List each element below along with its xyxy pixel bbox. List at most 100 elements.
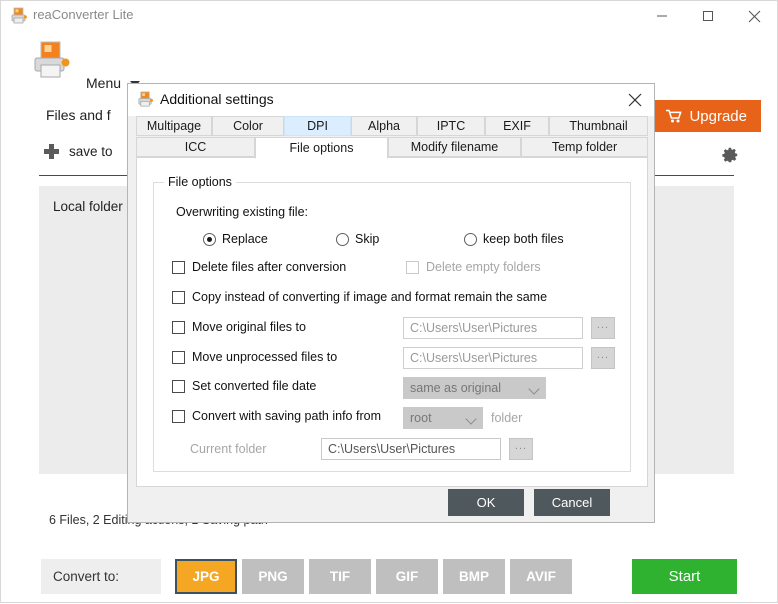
chevron-down-icon <box>465 413 477 425</box>
current-folder-browse-button[interactable]: ... <box>509 438 533 460</box>
printer-icon <box>31 40 73 80</box>
chevron-down-icon <box>528 383 540 395</box>
settings-tabs: Multipage Color DPI Alpha IPTC EXIF Thum… <box>136 116 648 159</box>
minimize-icon <box>657 15 667 17</box>
application-window: reaConverter Lite Menu Upgrade Files and… <box>0 0 778 603</box>
set-date-select[interactable]: same as original <box>403 377 546 399</box>
dialog-titlebar: Additional settings <box>128 84 654 116</box>
move-original-browse-button[interactable]: ... <box>591 317 615 339</box>
tab-exif[interactable]: EXIF <box>485 116 549 136</box>
checkbox-copy-instead-of-converting[interactable]: Copy instead of converting if image and … <box>172 290 547 304</box>
files-and-folders-label: Files and f <box>46 107 111 123</box>
close-icon <box>748 10 760 22</box>
group-legend: File options <box>164 175 236 189</box>
tab-temp-folder[interactable]: Temp folder <box>521 137 648 157</box>
format-button-bmp[interactable]: BMP <box>443 559 505 594</box>
radio-skip[interactable]: Skip <box>336 232 379 246</box>
close-button[interactable] <box>731 1 777 31</box>
format-button-jpg[interactable]: JPG <box>175 559 237 594</box>
upgrade-button[interactable]: Upgrade <box>654 100 761 132</box>
overwriting-label: Overwriting existing file: <box>176 205 308 219</box>
additional-settings-dialog: Additional settings Multipage Color DPI … <box>127 83 655 523</box>
format-button-png[interactable]: PNG <box>242 559 304 594</box>
tab-panel-file-options: File options Overwriting existing file: … <box>136 157 648 487</box>
convert-path-value: root <box>410 411 432 425</box>
checkbox-set-converted-file-date[interactable]: Set converted file date <box>172 379 316 393</box>
move-unprocessed-browse-button[interactable]: ... <box>591 347 615 369</box>
checkbox-icon <box>172 409 185 423</box>
dialog-footer: OK Cancel <box>128 486 654 522</box>
radio-icon <box>203 232 216 246</box>
checkbox-convert-with-saving-path[interactable]: Convert with saving path info from <box>172 409 381 423</box>
move-unprocessed-label: Move unprocessed files to <box>192 350 338 364</box>
radio-replace-label: Replace <box>222 232 268 246</box>
checkbox-delete-empty-folders[interactable]: Delete empty folders <box>406 260 541 274</box>
checkbox-delete-empty-label: Delete empty folders <box>426 260 541 274</box>
bottom-bar: Convert to: JPG PNG TIF GIF BMP AVIF Sta… <box>1 549 777 604</box>
convert-to-label: Convert to: <box>41 559 161 594</box>
tab-file-options[interactable]: File options <box>255 137 388 159</box>
ok-button[interactable]: OK <box>448 489 524 516</box>
current-folder-path-input[interactable]: C:\Users\User\Pictures <box>321 438 501 460</box>
start-button[interactable]: Start <box>632 559 737 594</box>
printer-icon <box>137 91 154 108</box>
checkbox-icon <box>172 290 185 304</box>
file-options-group: File options Overwriting existing file: … <box>153 175 631 472</box>
radio-icon <box>336 232 349 246</box>
checkbox-move-unprocessed-files[interactable]: Move unprocessed files to <box>172 350 337 364</box>
current-folder-label: Current folder <box>190 442 267 456</box>
tab-icc[interactable]: ICC <box>136 137 255 157</box>
set-date-value: same as original <box>410 381 502 395</box>
format-button-avif[interactable]: AVIF <box>510 559 572 594</box>
radio-keep-both-label: keep both files <box>483 232 564 246</box>
gear-icon <box>722 147 738 163</box>
move-original-path-input[interactable]: C:\Users\User\Pictures <box>403 317 583 339</box>
checkbox-copy-instead-label: Copy instead of converting if image and … <box>192 290 548 304</box>
close-icon <box>628 93 642 107</box>
convert-path-select[interactable]: root <box>403 407 483 429</box>
tab-color[interactable]: Color <box>212 116 284 136</box>
format-button-tif[interactable]: TIF <box>309 559 371 594</box>
move-unprocessed-path-input[interactable]: C:\Users\User\Pictures <box>403 347 583 369</box>
maximize-button[interactable] <box>685 1 731 31</box>
cancel-button[interactable]: Cancel <box>534 489 610 516</box>
settings-gear-button[interactable] <box>721 146 739 164</box>
tab-multipage[interactable]: Multipage <box>136 116 212 136</box>
tab-modify-filename[interactable]: Modify filename <box>388 137 521 157</box>
checkbox-delete-files-label: Delete files after conversion <box>192 260 347 274</box>
checkbox-icon <box>406 260 419 274</box>
checkbox-icon <box>172 320 185 334</box>
set-date-label: Set converted file date <box>192 379 317 393</box>
radio-keep-both-files[interactable]: keep both files <box>464 232 564 246</box>
cart-icon <box>666 109 683 123</box>
tab-iptc[interactable]: IPTC <box>417 116 485 136</box>
menu-label: Menu <box>86 75 122 91</box>
tab-dpi[interactable]: DPI <box>284 116 351 136</box>
checkbox-move-original-files[interactable]: Move original files to <box>172 320 306 334</box>
window-title: reaConverter Lite <box>33 7 134 22</box>
dialog-title: Additional settings <box>160 91 274 107</box>
checkbox-icon <box>172 350 185 364</box>
checkbox-icon <box>172 379 185 393</box>
radio-replace[interactable]: Replace <box>203 232 268 246</box>
move-original-label: Move original files to <box>192 320 306 334</box>
tab-alpha[interactable]: Alpha <box>351 116 417 136</box>
radio-skip-label: Skip <box>355 232 380 246</box>
maximize-icon <box>703 11 713 21</box>
plus-icon <box>44 144 59 159</box>
window-titlebar: reaConverter Lite <box>1 1 777 31</box>
checkbox-delete-files-after-conversion[interactable]: Delete files after conversion <box>172 260 346 274</box>
save-to-button[interactable]: save to <box>44 144 113 159</box>
checkbox-icon <box>172 260 185 274</box>
format-button-gif[interactable]: GIF <box>376 559 438 594</box>
save-to-label: save to <box>69 144 113 159</box>
local-folder-label: Local folder <box>53 199 123 214</box>
radio-icon <box>464 232 477 246</box>
convert-path-label: Convert with saving path info from <box>192 409 381 423</box>
app-icon <box>10 7 28 25</box>
dialog-close-button[interactable] <box>620 87 650 113</box>
tab-thumbnail[interactable]: Thumbnail <box>549 116 648 136</box>
upgrade-label: Upgrade <box>689 107 747 125</box>
minimize-button[interactable] <box>639 1 685 31</box>
convert-path-suffix-label: folder <box>491 411 523 425</box>
